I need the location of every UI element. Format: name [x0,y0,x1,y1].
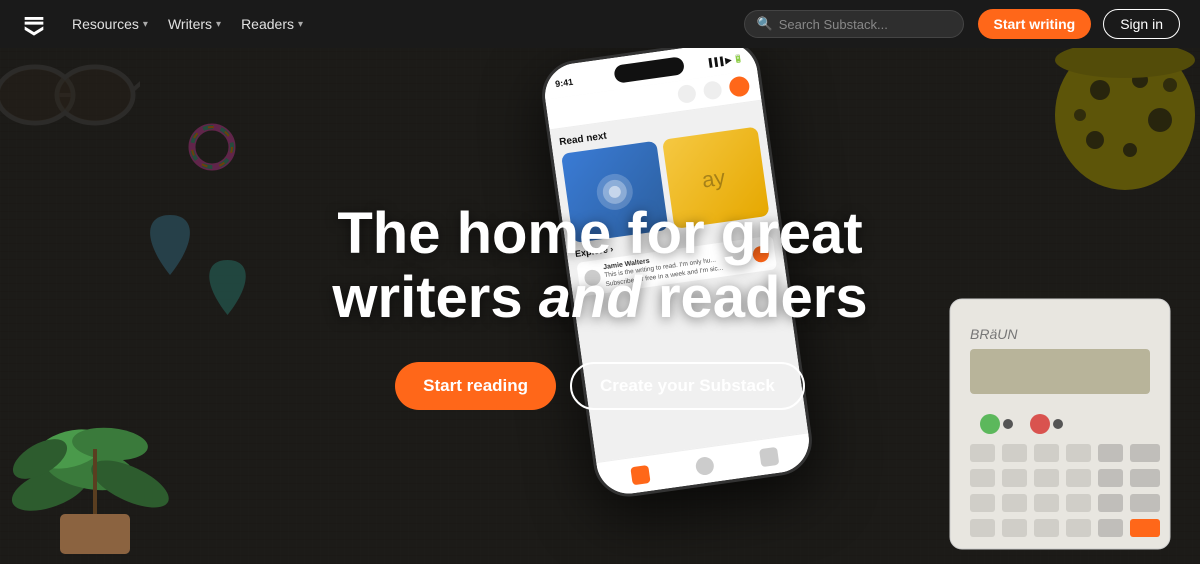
hero-heading-line2: writers [332,265,538,330]
sign-in-button[interactable]: Sign in [1103,9,1180,39]
nav-resources[interactable]: Resources ▾ [64,12,156,36]
search-input[interactable] [779,17,951,32]
hero-heading: The home for great writers and readers [332,202,867,330]
hero-heading-em: and [539,265,642,330]
nav-readers-label: Readers [241,16,294,32]
nav-resources-label: Resources [72,16,139,32]
create-substack-button[interactable]: Create your Substack [570,362,805,410]
hero-heading-line3: readers [642,265,868,330]
chevron-down-icon: ▾ [216,19,221,30]
logo[interactable] [20,10,48,38]
chevron-down-icon: ▾ [298,19,303,30]
search-bar[interactable]: 🔍 [744,10,964,38]
navbar: Resources ▾ Writers ▾ Readers ▾ 🔍 Start … [0,0,1200,48]
nav-readers[interactable]: Readers ▾ [233,12,311,36]
chevron-down-icon: ▾ [143,19,148,30]
nav-writers[interactable]: Writers ▾ [160,12,229,36]
start-writing-button[interactable]: Start writing [978,9,1092,39]
hero-buttons: Start reading Create your Substack [395,362,805,410]
hero-text-block: The home for great writers and readers S… [0,48,1200,564]
search-icon: 🔍 [757,16,773,32]
start-reading-button[interactable]: Start reading [395,362,556,410]
nav-writers-label: Writers [168,16,212,32]
hero-heading-line1: The home for great [337,201,862,266]
hero-section: BRäUN [0,0,1200,564]
